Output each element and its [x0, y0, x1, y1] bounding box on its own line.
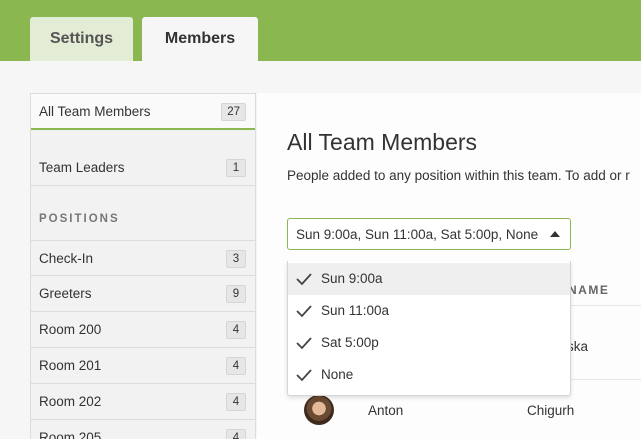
count-badge: 4	[226, 429, 246, 439]
sidebar-item-label: Team Leaders	[39, 160, 125, 175]
count-badge: 9	[226, 285, 246, 303]
option-sat-5pm[interactable]: Sat 5:00p	[288, 327, 570, 359]
avatar	[304, 395, 334, 425]
schedule-filter-select[interactable]: Sun 9:00a, Sun 11:00a, Sat 5:00p, None	[287, 218, 571, 250]
count-badge: 4	[226, 393, 246, 411]
member-first-name: Anton	[368, 403, 404, 418]
option-none[interactable]: None	[288, 359, 570, 391]
tab-members[interactable]: Members	[142, 17, 258, 61]
positions-heading: POSITIONS	[39, 213, 120, 225]
option-label: Sat 5:00p	[321, 335, 379, 350]
count-badge: 1	[226, 159, 246, 177]
option-label: Sun 11:00a	[321, 303, 390, 318]
page-title: All Team Members	[287, 129, 478, 155]
count-badge: 3	[226, 250, 246, 268]
check-icon	[296, 369, 312, 382]
sidebar-item-greeters[interactable]: Greeters 9	[31, 276, 255, 312]
sidebar-item-room-202[interactable]: Room 202 4	[31, 384, 255, 420]
sidebar-item-label: Room 200	[39, 322, 102, 337]
member-last-name: Chigurh	[527, 403, 575, 418]
option-sun-9am[interactable]: Sun 9:00a	[288, 263, 570, 295]
last-name-column-header[interactable]: NAME	[568, 283, 609, 297]
sidebar-item-label: All Team Members	[39, 103, 151, 119]
count-badge: 4	[226, 321, 246, 339]
sidebar-item-room-200[interactable]: Room 200 4	[31, 312, 255, 348]
option-sun-11am[interactable]: Sun 11:00a	[288, 295, 570, 327]
caret-up-icon	[550, 231, 560, 237]
sidebar-item-label: Greeters	[39, 286, 92, 301]
option-label: None	[321, 367, 354, 382]
sidebar-item-room-201[interactable]: Room 201 4	[31, 348, 255, 384]
sidebar-item-all-team-members[interactable]: All Team Members 27	[31, 94, 255, 130]
sidebar-item-label: Room 205	[39, 430, 102, 439]
header-bar: Settings Members	[0, 0, 641, 61]
option-label: Sun 9:00a	[321, 271, 383, 286]
sidebar-item-label: Room 202	[39, 394, 102, 409]
page-description: People added to any position within this…	[287, 168, 630, 183]
sidebar-item-team-leaders[interactable]: Team Leaders 1	[31, 150, 255, 186]
sidebar-item-check-in[interactable]: Check-In 3	[31, 240, 255, 276]
sidebar-item-label: Check-In	[39, 250, 94, 266]
check-icon	[296, 337, 312, 350]
sidebar: All Team Members 27 Team Leaders 1 POSIT…	[30, 93, 256, 439]
check-icon	[296, 305, 312, 318]
schedule-filter-value: Sun 9:00a, Sun 11:00a, Sat 5:00p, None	[296, 226, 539, 242]
sidebar-item-room-205[interactable]: Room 205 4	[31, 420, 255, 439]
check-icon	[296, 273, 312, 286]
count-badge: 27	[221, 103, 246, 121]
tab-settings[interactable]: Settings	[30, 17, 133, 61]
sidebar-item-label: Room 201	[39, 358, 102, 373]
schedule-filter-dropdown: Sun 9:00a Sun 11:00a Sat 5:00p None	[287, 261, 571, 396]
count-badge: 4	[226, 357, 246, 375]
